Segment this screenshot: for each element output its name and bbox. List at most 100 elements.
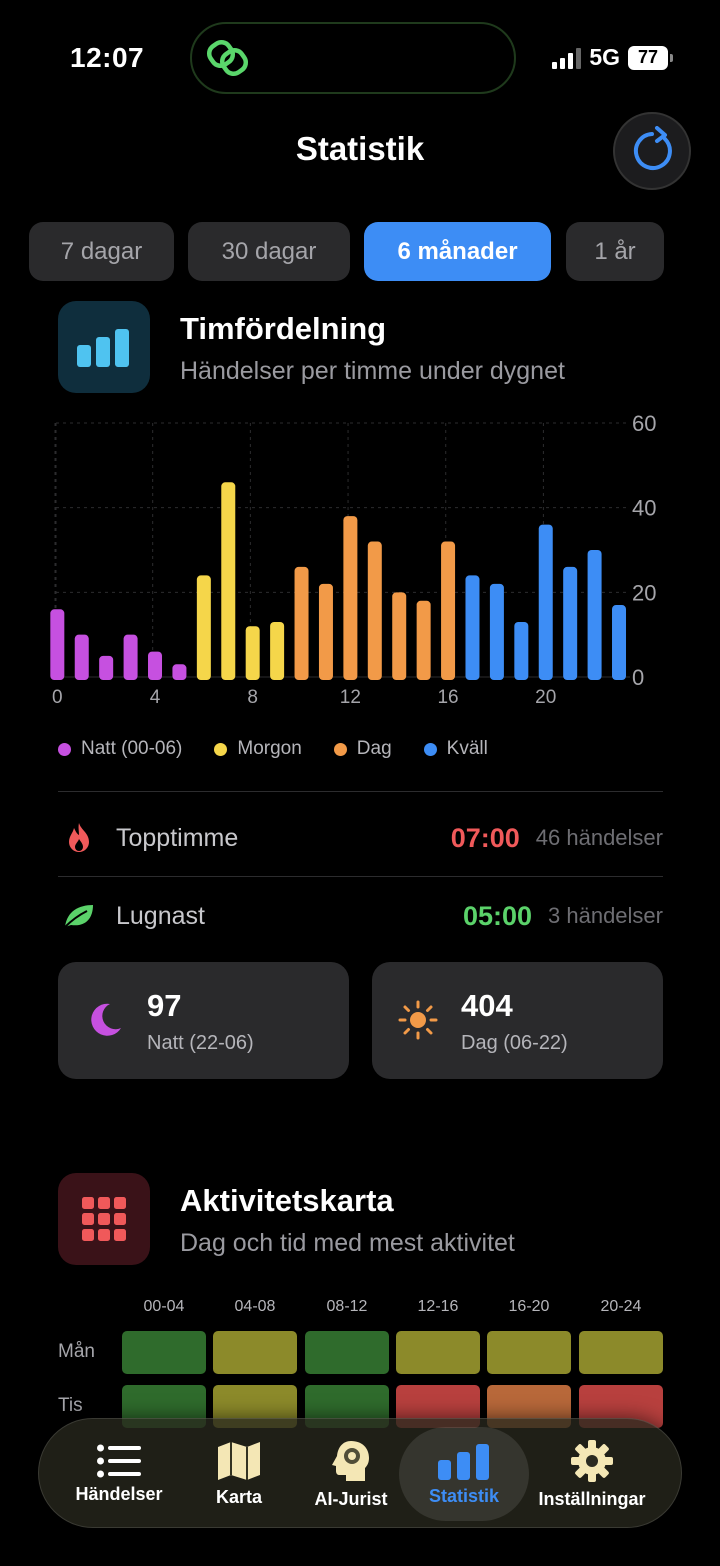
legend-morning-label: Morgon <box>237 738 302 759</box>
heatmap-col-label: 08-12 <box>326 1298 368 1315</box>
range-30-days[interactable]: 30 dagar <box>188 222 350 281</box>
bar-hour-18 <box>489 583 504 680</box>
x-tick-label: 4 <box>150 687 161 708</box>
legend-morning: Morgon <box>214 738 302 760</box>
legend-evening-dot <box>423 742 437 756</box>
tab-statistics-label: Statistik <box>428 1485 500 1506</box>
bar-chart-icon <box>77 329 129 367</box>
bar-hour-6 <box>196 575 211 680</box>
y-tick-label: 20 <box>632 580 656 605</box>
tab-bar: Händelser Karta AI-Jurist Statistik Inst… <box>38 1418 682 1528</box>
tab-ai-jurist[interactable]: AI-Jurist <box>299 1419 403 1529</box>
gear-icon <box>571 1439 613 1482</box>
moon-icon <box>84 1000 124 1045</box>
range-6-months[interactable]: 6 månader <box>364 222 551 281</box>
brain-head-icon <box>332 1440 369 1481</box>
bar-hour-13 <box>367 541 382 680</box>
chart-legend: Natt (00-06) Morgon Dag Kväll <box>58 738 488 760</box>
battery-icon: 77 <box>628 45 673 70</box>
heatmap-title: Aktivitetskarta <box>180 1183 394 1218</box>
heatmap-cell[interactable] <box>487 1331 571 1374</box>
legend-morning-dot <box>214 742 228 756</box>
network-type: 5G <box>589 44 620 70</box>
bar-hour-3 <box>123 634 138 680</box>
legend-evening-label: Kväll <box>446 738 488 759</box>
bar-hour-11 <box>318 583 333 680</box>
bar-hour-21 <box>563 566 578 680</box>
bar-hour-14 <box>392 592 407 680</box>
x-tick-label: 8 <box>247 687 258 708</box>
peak-hour-label: Topptimme <box>116 823 239 852</box>
bar-hour-1 <box>74 634 89 680</box>
bar-hour-23 <box>612 605 627 680</box>
peak-hour-row: Topptimme 07:00 46 händelser <box>58 808 663 868</box>
bar-hour-16 <box>441 541 456 680</box>
bar-hour-8 <box>245 626 260 680</box>
heatmap-cell[interactable] <box>305 1331 389 1374</box>
heatmap-cell[interactable] <box>579 1331 663 1374</box>
flame-icon <box>58 822 100 854</box>
heatmap-col-label: 00-04 <box>143 1298 185 1315</box>
bar-hour-12 <box>343 516 358 680</box>
bar-hour-5 <box>172 664 187 680</box>
link-rings-icon <box>206 39 249 77</box>
bar-hour-15 <box>416 600 431 680</box>
heatmap-cell[interactable] <box>213 1331 297 1374</box>
day-card: 404 Dag (06-22) <box>372 962 663 1079</box>
range-7-days[interactable]: 7 dagar <box>29 222 174 281</box>
day-count: 404 <box>461 988 513 1023</box>
heatmap-col-label: 12-16 <box>417 1298 459 1315</box>
hourly-subtitle: Händelser per timme under dygnet <box>180 357 565 385</box>
x-tick-label: 12 <box>340 687 361 708</box>
tab-settings-label: Inställningar <box>538 1488 646 1509</box>
legend-night-label: Natt (00-06) <box>81 738 183 759</box>
hourly-section-icon <box>58 301 150 393</box>
heatmap-subtitle: Dag och tid med mest aktivitet <box>180 1229 515 1257</box>
peak-hour-time: 07:00 <box>450 822 520 853</box>
tab-settings[interactable]: Inställningar <box>529 1419 655 1529</box>
night-card: 97 Natt (22-06) <box>58 962 349 1079</box>
bar-chart-icon <box>438 1443 489 1480</box>
tab-ai-jurist-label: AI-Jurist <box>314 1488 388 1509</box>
bar-hour-7 <box>221 482 236 680</box>
tab-events-label: Händelser <box>75 1483 163 1504</box>
heatmap-cell[interactable] <box>122 1331 206 1374</box>
divider <box>58 791 663 792</box>
divider <box>58 876 663 877</box>
tab-map-label: Karta <box>215 1486 263 1507</box>
x-tick-label: 20 <box>535 687 556 708</box>
tab-events[interactable]: Händelser <box>59 1419 179 1529</box>
grid-icon <box>82 1197 126 1241</box>
status-indicators: 5G 77 <box>552 44 673 71</box>
page-title: Statistik <box>295 130 425 167</box>
hourly-bar-chart: 0 20 40 60 0 4 8 12 16 20 <box>50 411 656 708</box>
bar-hour-9 <box>270 621 285 680</box>
tab-map[interactable]: Karta <box>189 1419 289 1529</box>
bar-hour-0 <box>50 609 65 680</box>
bar-hour-20 <box>538 524 553 680</box>
signal-icon <box>552 47 582 69</box>
heatmap-col-label: 20-24 <box>600 1298 642 1315</box>
calmest-hour-count: 3 händelser <box>548 903 663 928</box>
calmest-hour-row: Lugnast 05:00 3 händelser <box>58 886 663 946</box>
heatmap-col-label: 04-08 <box>234 1298 276 1315</box>
sun-icon <box>398 1000 438 1045</box>
dynamic-island <box>190 22 516 94</box>
bar-hour-17 <box>465 575 480 680</box>
heatmap-cell[interactable] <box>396 1331 480 1374</box>
legend-night: Natt (00-06) <box>58 738 182 760</box>
list-icon <box>97 1444 141 1477</box>
legend-day-dot <box>333 742 347 756</box>
bar-hour-19 <box>514 621 529 680</box>
status-time: 12:07 <box>70 42 145 73</box>
range-1-year[interactable]: 1 år <box>566 222 664 281</box>
hourly-title: Timfördelning <box>180 311 387 346</box>
leaf-icon <box>58 903 100 929</box>
legend-night-dot <box>58 742 71 756</box>
bar-hour-4 <box>148 651 163 680</box>
bar-hour-10 <box>294 566 309 680</box>
map-icon <box>218 1441 260 1480</box>
day-label: Dag (06-22) <box>461 1032 568 1054</box>
refresh-button[interactable] <box>613 112 691 190</box>
tab-statistics[interactable]: Statistik <box>409 1419 519 1529</box>
